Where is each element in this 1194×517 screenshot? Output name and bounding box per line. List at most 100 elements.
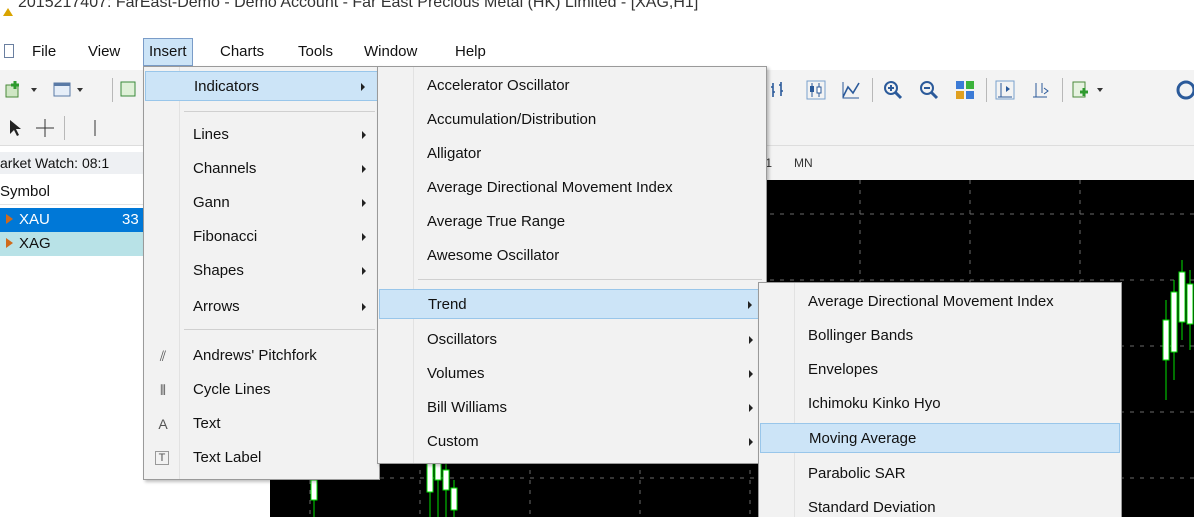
menu-item-label: Average Directional Movement Index	[808, 293, 1054, 310]
menu-window[interactable]: Window	[364, 41, 417, 63]
menu-item-label: Parabolic SAR	[808, 465, 906, 482]
menu-item-label: Bill Williams	[427, 399, 507, 416]
menu-item-admi[interactable]: Average Directional Movement Index	[379, 173, 765, 203]
menu-item-moving-average[interactable]: Moving Average	[760, 423, 1120, 453]
menu-item-label: Average True Range	[427, 213, 566, 230]
menu-item-label: Shapes	[193, 262, 244, 279]
menu-item-label: Trend	[428, 296, 467, 313]
menu-charts[interactable]: Charts	[220, 41, 264, 63]
indicators-toolbar-icon[interactable]	[1070, 79, 1092, 101]
menu-item-awesome-oscillator[interactable]: Awesome Oscillator	[379, 241, 765, 271]
submenu-arrow-icon	[749, 336, 753, 344]
candlestick-icon[interactable]	[804, 79, 826, 101]
menu-item-trend[interactable]: Trend	[379, 289, 765, 319]
toolbar-separator	[1062, 78, 1063, 102]
zoom-in-icon[interactable]	[882, 79, 904, 101]
menu-item-text-label[interactable]: T Text Label	[145, 443, 378, 473]
menu-item-andrews-pitchfork[interactable]: ⫽ Andrews' Pitchfork	[145, 341, 378, 371]
menu-separator	[184, 111, 375, 112]
menu-item-standard-deviation[interactable]: Standard Deviation	[760, 493, 1120, 517]
menu-item-label: Cycle Lines	[193, 381, 271, 398]
menu-item-admi[interactable]: Average Directional Movement Index	[760, 287, 1120, 317]
pitchfork-icon: ⫽	[159, 348, 167, 364]
menu-item-label: Awesome Oscillator	[427, 247, 560, 264]
menu-item-label: Bollinger Bands	[808, 327, 914, 344]
market-watch-icon[interactable]	[118, 79, 140, 101]
menu-item-average-true-range[interactable]: Average True Range	[379, 207, 765, 237]
dropdown-arrow-icon[interactable]	[74, 79, 96, 101]
indicators-menu: Accelerator Oscillator Accumulation/Dist…	[377, 66, 767, 464]
submenu-arrow-icon	[361, 83, 365, 91]
menu-tools[interactable]: Tools	[298, 41, 333, 63]
menu-item-label: Accumulation/Distribution	[427, 111, 597, 128]
chart-shift-icon[interactable]	[994, 79, 1016, 101]
menu-item-text[interactable]: A Text	[145, 409, 378, 439]
menu-item-cycle-lines[interactable]: ⦀ Cycle Lines	[145, 375, 378, 405]
timeframe-mn[interactable]: MN	[794, 156, 813, 170]
menu-view[interactable]: View	[88, 41, 120, 63]
menu-item-parabolic-sar[interactable]: Parabolic SAR	[760, 459, 1120, 489]
dropdown-arrow-icon[interactable]	[1094, 79, 1116, 101]
table-row[interactable]: XAG	[0, 232, 150, 256]
clock-icon[interactable]	[1172, 79, 1194, 101]
menu-item-shapes[interactable]: Shapes	[145, 256, 378, 286]
vertical-line-icon[interactable]	[84, 117, 106, 139]
menu-item-label: Ichimoku Kinko Hyo	[808, 395, 941, 412]
menu-separator	[184, 329, 375, 330]
menu-item-label: Custom	[427, 433, 479, 450]
title-bar: 2015217407: FarEast-Demo - Demo Account …	[0, 0, 1194, 34]
menu-item-envelopes[interactable]: Envelopes	[760, 355, 1120, 385]
menu-item-arrows[interactable]: Arrows	[145, 292, 378, 322]
menu-bar: File View Insert Charts Tools Window Hel…	[0, 36, 1194, 66]
submenu-arrow-icon	[749, 370, 753, 378]
menu-help[interactable]: Help	[455, 41, 486, 63]
crosshair-icon[interactable]	[34, 117, 56, 139]
menu-item-gann[interactable]: Gann	[145, 188, 378, 218]
symbol-arrow-icon	[6, 238, 13, 248]
cycle-lines-icon: ⦀	[159, 382, 167, 398]
column-header-symbol[interactable]: Symbol	[0, 179, 150, 205]
app-icon	[3, 8, 13, 16]
menu-file[interactable]: File	[32, 41, 56, 63]
line-chart-icon[interactable]	[840, 79, 862, 101]
profiles-icon[interactable]	[52, 79, 74, 101]
menu-item-label: Channels	[193, 160, 257, 177]
tile-windows-icon[interactable]	[954, 79, 976, 101]
symbol-arrow-icon	[6, 214, 13, 224]
menu-item-channels[interactable]: Channels	[145, 154, 378, 184]
window-title: 2015217407: FarEast-Demo - Demo Account …	[18, 0, 699, 11]
table-row[interactable]: XAU 33	[0, 208, 150, 232]
submenu-arrow-icon	[748, 301, 752, 309]
menu-item-label: Gann	[193, 194, 230, 211]
new-chart-icon[interactable]	[4, 79, 26, 101]
bar-chart-icon[interactable]	[768, 79, 790, 101]
zoom-out-icon[interactable]	[918, 79, 940, 101]
submenu-arrow-icon	[362, 303, 366, 311]
menu-item-label: Arrows	[193, 298, 240, 315]
menu-item-accelerator-oscillator[interactable]: Accelerator Oscillator	[379, 71, 765, 101]
menu-item-alligator[interactable]: Alligator	[379, 139, 765, 169]
menu-item-lines[interactable]: Lines	[145, 120, 378, 150]
market-watch-panel: arket Watch: 08:1 Symbol XAU 33 XAG	[0, 146, 150, 517]
menu-item-oscillators[interactable]: Oscillators	[379, 325, 765, 355]
auto-scroll-icon[interactable]	[1030, 79, 1052, 101]
menu-item-label: Oscillators	[427, 331, 498, 348]
cursor-icon[interactable]	[6, 117, 28, 139]
menu-item-volumes[interactable]: Volumes	[379, 359, 765, 389]
symbol-name: XAG	[19, 235, 51, 252]
menu-insert[interactable]: Insert	[143, 38, 193, 66]
menu-item-fibonacci[interactable]: Fibonacci	[145, 222, 378, 252]
menu-item-label: Alligator	[427, 145, 482, 162]
menu-item-accumulation-distribution[interactable]: Accumulation/Distribution	[379, 105, 765, 135]
symbol-name: XAU	[19, 211, 50, 228]
menu-item-bollinger-bands[interactable]: Bollinger Bands	[760, 321, 1120, 351]
text-icon: A	[158, 416, 168, 432]
submenu-arrow-icon	[749, 404, 753, 412]
menu-item-bill-williams[interactable]: Bill Williams	[379, 393, 765, 423]
menu-separator	[418, 279, 762, 280]
menu-item-ichimoku[interactable]: Ichimoku Kinko Hyo	[760, 389, 1120, 419]
menu-item-indicators[interactable]: Indicators	[145, 71, 378, 101]
market-watch-title: arket Watch: 08:1	[0, 152, 150, 174]
dropdown-arrow-icon[interactable]	[28, 79, 50, 101]
menu-item-custom[interactable]: Custom	[379, 427, 765, 457]
